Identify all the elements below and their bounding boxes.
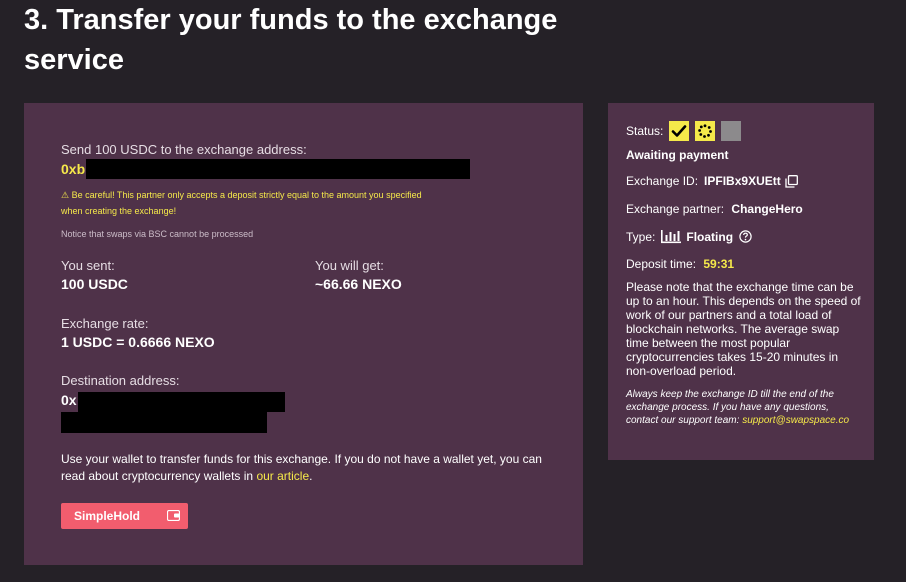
- exchange-id-row: Exchange ID: IPFIBx9XUEtt: [626, 174, 798, 188]
- type-label: Type:: [626, 229, 656, 244]
- deposit-time-value: 59:31: [703, 257, 735, 271]
- partner-value: ChangeHero: [731, 202, 803, 216]
- send-label: Send 100 USDC to the exchange address:: [61, 142, 307, 157]
- bsc-notice: Notice that swaps via BSC cannot be proc…: [61, 229, 254, 239]
- you-get-value: ~66.66 NEXO: [315, 276, 402, 292]
- partner-label: Exchange partner:: [626, 202, 725, 216]
- type-row: Type: Floating: [626, 229, 752, 244]
- deposit-time-label: Deposit time:: [626, 257, 697, 271]
- rate-label: Exchange rate:: [61, 316, 149, 331]
- deposit-address-redacted: [86, 159, 470, 179]
- deposit-time-row: Deposit time: 59:31: [626, 257, 734, 271]
- destination-redacted-2: [61, 412, 267, 433]
- partner-row: Exchange partner: ChangeHero: [626, 202, 803, 216]
- spinner-icon: [698, 124, 712, 138]
- status-step-done: [669, 121, 689, 141]
- wallet-info-text-end: .: [309, 469, 313, 483]
- simplehold-button[interactable]: SimpleHold: [61, 503, 188, 529]
- simplehold-button-label: SimpleHold: [74, 509, 141, 523]
- exchange-id-value: IPFIBx9XUEtt: [704, 174, 781, 188]
- destination-prefix: 0x: [61, 392, 77, 408]
- destination-label: Destination address:: [61, 373, 180, 388]
- copy-icon[interactable]: [785, 174, 798, 188]
- rate-value: 1 USDC = 0.6666 NEXO: [61, 334, 215, 350]
- check-icon: [671, 125, 687, 137]
- bar-chart-icon: [661, 230, 682, 244]
- exchange-info-panel: Status: Awaiting payment Exchange ID: IP…: [608, 103, 874, 460]
- deposit-address-prefix[interactable]: 0xb: [61, 161, 85, 177]
- deposit-warning-line1: ⚠ Be careful! This partner only accepts …: [61, 190, 422, 200]
- wallet-info-text: Use your wallet to transfer funds for th…: [61, 451, 551, 485]
- you-sent-value: 100 USDC: [61, 276, 128, 292]
- page-title: 3. Transfer your funds to the exchange s…: [24, 4, 558, 76]
- wallet-icon: [167, 510, 180, 521]
- wallet-article-link[interactable]: our article: [256, 469, 309, 483]
- support-note: Always keep the exchange ID till the end…: [626, 388, 862, 427]
- deposit-warning-line2: when creating the exchange!: [61, 206, 177, 216]
- help-icon[interactable]: [739, 230, 752, 243]
- status-step-active: [695, 121, 715, 141]
- exchange-id-label: Exchange ID:: [626, 174, 699, 188]
- you-sent-label: You sent:: [61, 258, 115, 273]
- destination-redacted-1: [78, 392, 285, 412]
- status-text: Awaiting payment: [626, 148, 729, 162]
- status-label: Status:: [626, 124, 664, 138]
- transfer-panel: Send 100 USDC to the exchange address: 0…: [24, 103, 583, 565]
- you-get-label: You will get:: [315, 258, 384, 273]
- support-email-link[interactable]: support@swapspace.co: [742, 415, 849, 426]
- status-step-pending: [721, 121, 741, 141]
- exchange-time-note: Please note that the exchange time can b…: [626, 280, 861, 378]
- type-value: Floating: [686, 229, 734, 244]
